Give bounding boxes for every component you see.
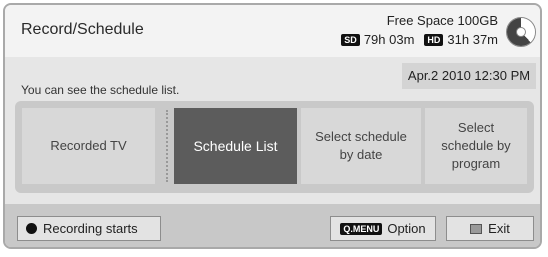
sd-badge: SD <box>341 33 360 46</box>
menu-item-select-by-program[interactable]: Select schedule by program <box>425 108 527 184</box>
datetime-display: Apr.2 2010 12:30 PM <box>402 63 536 89</box>
record-dot-icon <box>26 223 37 234</box>
option-label: Option <box>387 221 426 236</box>
free-space-text: Free Space 100GB <box>386 13 498 28</box>
menu-item-schedule-list[interactable]: Schedule List <box>174 108 297 184</box>
hd-badge: HD <box>424 33 444 46</box>
qmenu-key-icon: Q.MENU <box>340 222 383 235</box>
exit-button[interactable]: Exit <box>446 216 534 241</box>
sd-time: 79h 03m <box>363 32 415 47</box>
recording-starts-label: Recording starts <box>43 221 138 236</box>
option-button[interactable]: Q.MENU Option <box>330 216 436 241</box>
page-title: Record/Schedule <box>21 21 144 38</box>
record-schedule-window: Record/Schedule Free Space 100GB SD 79h … <box>3 3 542 249</box>
recording-capacity: SD 79h 03m HD 31h 37m <box>341 32 498 47</box>
menu-item-recorded-tv[interactable]: Recorded TV <box>22 108 155 184</box>
footer-bar: Recording starts Q.MENU Option Exit <box>5 204 540 247</box>
hd-time: 31h 37m <box>447 32 498 47</box>
exit-key-icon <box>470 223 483 234</box>
menu-panel: Recorded TV Schedule List Select schedul… <box>15 101 534 193</box>
recording-starts-button[interactable]: Recording starts <box>17 216 161 241</box>
disk-usage-hole <box>516 27 526 37</box>
header: Record/Schedule Free Space 100GB SD 79h … <box>5 5 540 57</box>
menu-item-select-by-date[interactable]: Select schedule by date <box>301 108 421 184</box>
disk-usage-icon <box>506 17 536 47</box>
info-text: You can see the schedule list. <box>21 83 180 97</box>
exit-label: Exit <box>488 221 510 236</box>
menu-divider <box>166 110 168 182</box>
